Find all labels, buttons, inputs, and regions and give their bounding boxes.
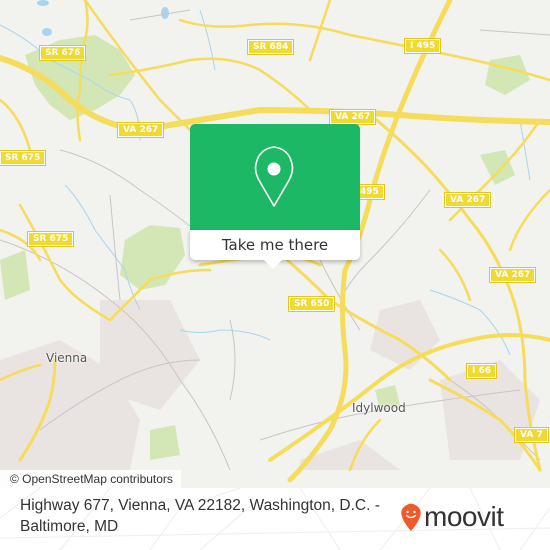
location-popup: Take me there <box>190 124 360 269</box>
road-shield-i-495: I 495 <box>403 38 442 54</box>
address-text: Highway 677, Vienna, VA 22182, Washingto… <box>20 497 380 535</box>
road-shield-va-267: VA 267 <box>116 122 165 138</box>
lakes <box>37 0 169 36</box>
map-pin-icon <box>254 146 294 207</box>
road-shield-va-7: VA 7 <box>514 427 549 443</box>
road-shield-sr-684: SR 684 <box>246 39 295 55</box>
road-shield-i-66: I 66 <box>465 363 498 379</box>
moovit-wordmark: moovit <box>424 501 504 532</box>
place-label-vienna: Vienna <box>46 351 88 365</box>
road-shield-sr-675: SR 675 <box>26 231 75 247</box>
moovit-logo[interactable]: moovit <box>400 501 504 533</box>
popup-pointer <box>264 260 282 269</box>
take-me-there-button[interactable]: Take me there <box>190 230 360 260</box>
road-shield-va-267: VA 267 <box>328 109 377 125</box>
road-shield-sr-650: SR 650 <box>287 296 336 312</box>
map-attribution[interactable]: © OpenStreetMap contributors <box>0 470 181 488</box>
footer: Highway 677, Vienna, VA 22182, Washingto… <box>0 488 550 550</box>
place-label-idylwood: Idylwood <box>352 401 406 415</box>
road-shield-sr-675: SR 675 <box>0 150 47 166</box>
popup-header[interactable] <box>190 124 360 230</box>
road-shield-va-267: VA 267 <box>443 192 492 208</box>
road-shield-sr-676: SR 676 <box>38 45 87 61</box>
map-view[interactable]: SR 676 SR 684 I 495 VA 267 VA 267 SR 675… <box>0 0 550 488</box>
road-shield-va-267: VA 267 <box>488 267 537 283</box>
moovit-pin-icon <box>401 503 421 531</box>
